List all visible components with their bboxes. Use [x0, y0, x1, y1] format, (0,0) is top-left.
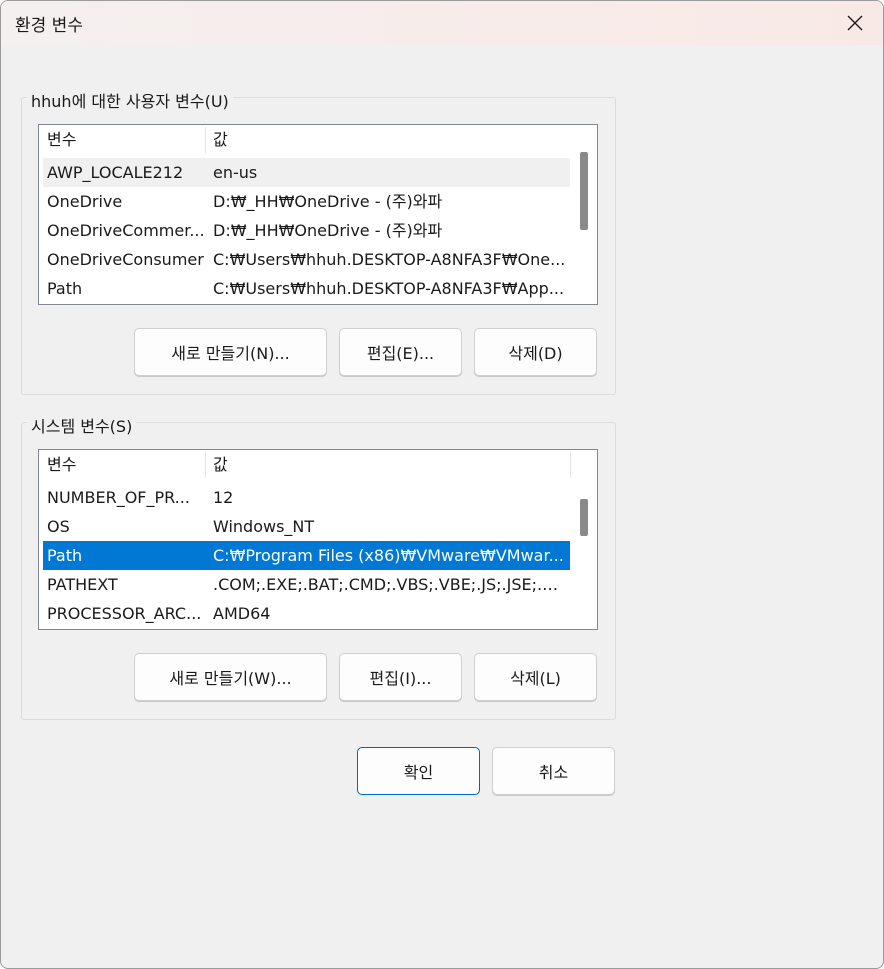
variable-name: AWP_LOCALE212 — [47, 163, 184, 182]
close-button[interactable] — [827, 1, 883, 45]
user-delete-button[interactable]: 삭제(D) — [474, 328, 597, 376]
table-row[interactable]: OneDriveCommer... D:₩_HH₩OneDrive - (주)와… — [43, 216, 570, 245]
system-list-header: 변수 값 — [39, 450, 571, 480]
system-new-button[interactable]: 새로 만들기(W)... — [134, 653, 327, 701]
column-header-variable[interactable]: 변수 — [39, 450, 205, 480]
variable-value: Windows_NT — [213, 517, 315, 536]
system-delete-button[interactable]: 삭제(L) — [474, 653, 597, 701]
user-variables-label: hhuh에 대한 사용자 변수(U) — [27, 88, 233, 112]
column-header-value[interactable]: 값 — [205, 125, 571, 155]
table-row[interactable]: OneDrive D:₩_HH₩OneDrive - (주)와파 — [43, 187, 570, 216]
user-list-scrollbar[interactable] — [571, 125, 597, 304]
system-list-scrollbar[interactable] — [571, 450, 597, 629]
variable-name: PROCESSOR_ARC... — [47, 604, 202, 623]
table-row[interactable]: AWP_LOCALE212 en-us — [43, 158, 570, 187]
variable-value: .COM;.EXE;.BAT;.CMD;.VBS;.VBE;.JS;.JSE;.… — [213, 575, 570, 594]
system-edit-button[interactable]: 편집(I)... — [339, 653, 462, 701]
environment-variables-dialog: 환경 변수 hhuh에 대한 사용자 변수(U) 변수 값 AWP_LOCALE… — [0, 0, 884, 969]
variable-name: Path — [47, 546, 83, 565]
variable-value: AMD64 — [213, 604, 271, 623]
variable-name: OneDriveConsumer — [47, 250, 204, 269]
ok-button[interactable]: 확인 — [357, 747, 480, 795]
table-row[interactable]: OneDriveConsumer C:₩Users₩hhuh.DESKTOP-A… — [43, 245, 570, 274]
window-title: 환경 변수 — [15, 16, 83, 36]
user-list-header: 변수 값 — [39, 125, 571, 155]
table-row-selected[interactable]: Path C:₩Program Files (x86)₩VMware₩VMwar… — [43, 541, 570, 570]
variable-name: Path — [47, 279, 83, 298]
variable-value: D:₩_HH₩OneDrive - (주)와파 — [213, 192, 443, 211]
variable-value: C:₩Users₩hhuh.DESKTOP-A8NFA3F₩One... — [213, 250, 566, 269]
scrollbar-thumb[interactable] — [580, 152, 588, 230]
cancel-button[interactable]: 취소 — [492, 747, 615, 795]
variable-value: C:₩Program Files (x86)₩VMware₩VMwar... — [213, 546, 564, 565]
table-row[interactable]: NUMBER_OF_PR... 12 — [43, 483, 570, 512]
table-row[interactable]: PATHEXT .COM;.EXE;.BAT;.CMD;.VBS;.VBE;.J… — [43, 570, 570, 599]
variable-name: OneDriveCommer... — [47, 221, 205, 240]
variable-name: PATHEXT — [47, 575, 118, 594]
variable-value: D:₩_HH₩OneDrive - (주)와파 — [213, 221, 443, 240]
column-header-value[interactable]: 값 — [205, 450, 571, 480]
table-row[interactable]: OS Windows_NT — [43, 512, 570, 541]
table-row[interactable]: Path C:₩Users₩hhuh.DESKTOP-A8NFA3F₩App..… — [43, 274, 570, 303]
user-variables-list[interactable]: 변수 값 AWP_LOCALE212 en-us OneDrive D:₩_HH… — [38, 124, 598, 305]
table-row[interactable]: PROCESSOR_ARC... AMD64 — [43, 599, 570, 628]
variable-name: NUMBER_OF_PR... — [47, 488, 190, 507]
title-bar: 환경 변수 — [1, 1, 883, 45]
variable-value: 12 — [213, 488, 234, 507]
scrollbar-thumb[interactable] — [580, 499, 588, 536]
column-header-variable[interactable]: 변수 — [39, 125, 205, 155]
user-edit-button[interactable]: 편집(E)... — [339, 328, 462, 376]
close-icon — [847, 15, 863, 31]
variable-value: C:₩Users₩hhuh.DESKTOP-A8NFA3F₩App... — [213, 279, 565, 298]
user-new-button[interactable]: 새로 만들기(N)... — [134, 328, 327, 376]
variable-value: en-us — [213, 163, 258, 182]
system-variables-label: 시스템 변수(S) — [27, 413, 137, 437]
system-variables-list[interactable]: 변수 값 NUMBER_OF_PR... 12 OS Windows_NT Pa… — [38, 449, 598, 630]
variable-name: OneDrive — [47, 192, 123, 211]
variable-name: OS — [47, 517, 70, 536]
